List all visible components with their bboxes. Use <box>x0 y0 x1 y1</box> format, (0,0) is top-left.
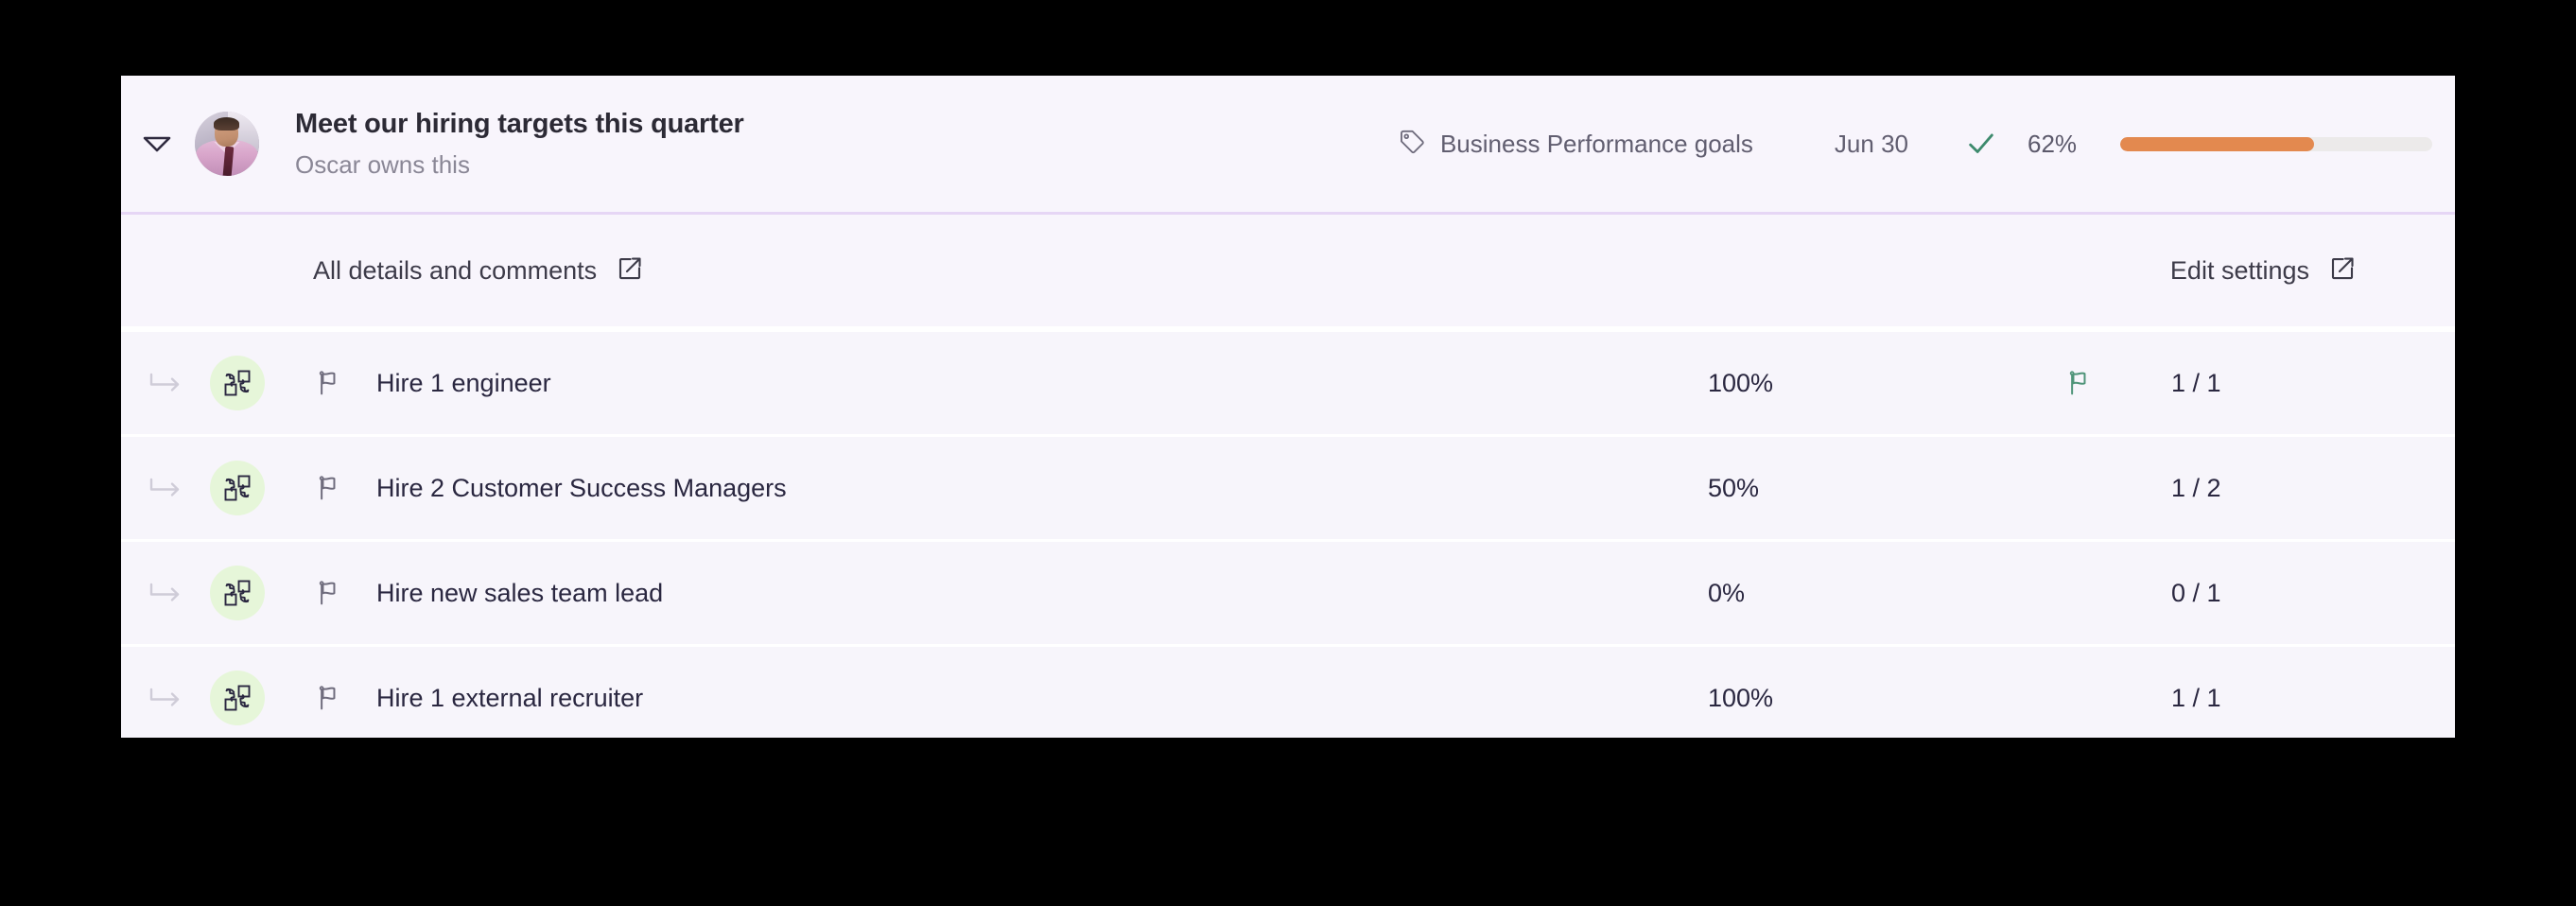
flag-outline-icon <box>316 683 346 713</box>
chevron-down-icon <box>143 135 171 152</box>
screenshot-stage: Meet our hiring targets this quarter Osc… <box>0 0 2576 906</box>
task-name: Hire 1 external recruiter <box>376 683 644 712</box>
task-percent: 50% <box>1708 473 1760 502</box>
external-link-icon <box>616 254 644 287</box>
table-row[interactable]: Hire 1 engineer 100% 1 / 1 <box>121 332 2455 437</box>
task-metrics: 100% 1 / 1 <box>1708 647 2455 738</box>
flag-outline-icon <box>316 578 346 608</box>
edit-settings-label: Edit settings <box>2169 255 2309 285</box>
goal-card: Meet our hiring targets this quarter Osc… <box>121 76 2455 738</box>
edit-settings-link[interactable]: Edit settings <box>2170 254 2357 287</box>
puzzle-pieces-icon <box>210 461 265 515</box>
task-metrics: 100% 1 / 1 <box>1708 332 2455 434</box>
subtask-arrow-icon <box>131 371 202 395</box>
subtask-arrow-icon <box>131 476 202 500</box>
task-name: Hire new sales team lead <box>376 578 664 607</box>
external-link-icon <box>2328 254 2357 287</box>
task-count: 0 / 1 <box>2171 578 2221 607</box>
task-count: 1 / 2 <box>2171 473 2221 502</box>
page-title: Meet our hiring targets this quarter <box>295 108 744 139</box>
goal-progress-fill <box>2120 136 2314 151</box>
task-name: Hire 2 Customer Success Managers <box>376 473 787 502</box>
task-metrics: 50% 1 / 2 <box>1708 437 2455 539</box>
due-date: Jun 30 <box>1834 129 1908 158</box>
all-details-label: All details and comments <box>313 255 598 285</box>
puzzle-pieces-icon <box>210 566 265 620</box>
task-percent: 0% <box>1708 578 1746 607</box>
collapse-toggle-button[interactable] <box>121 135 193 152</box>
goal-progress-percent: 62% <box>2028 129 2078 158</box>
task-count: 1 / 1 <box>2171 368 2221 397</box>
task-count: 1 / 1 <box>2171 683 2221 712</box>
flag-outline-icon <box>316 368 346 398</box>
goal-progress-bar <box>2120 136 2432 151</box>
goal-tag-label: Business Performance goals <box>1439 129 1753 158</box>
task-name: Hire 1 engineer <box>376 368 551 397</box>
table-row[interactable]: Hire 2 Customer Success Managers 50% 1 /… <box>121 437 2455 542</box>
goal-tag[interactable]: Business Performance goals <box>1398 128 1753 161</box>
task-list: Hire 1 engineer 100% 1 / 1 Hire 2 Custom… <box>121 332 2455 738</box>
task-status-flag <box>1992 368 2171 398</box>
all-details-and-comments-link[interactable]: All details and comments <box>313 254 644 287</box>
task-percent: 100% <box>1708 683 1774 712</box>
goal-toolbar: All details and comments Edit settings <box>121 215 2455 332</box>
task-metrics: 0% 0 / 1 <box>1708 542 2455 644</box>
goal-owner-label: Oscar owns this <box>295 150 470 180</box>
puzzle-pieces-icon <box>210 356 265 410</box>
task-percent: 100% <box>1708 368 1774 397</box>
puzzle-pieces-icon <box>210 671 265 725</box>
avatar <box>195 112 259 176</box>
goal-header: Meet our hiring targets this quarter Osc… <box>121 76 2455 215</box>
subtask-arrow-icon <box>131 686 202 710</box>
subtask-arrow-icon <box>131 581 202 605</box>
tag-icon <box>1398 128 1426 161</box>
goal-header-meta: Business Performance goals Jun 30 62% <box>1398 76 2455 212</box>
flag-outline-icon <box>316 473 346 503</box>
check-icon <box>1965 128 1997 160</box>
table-row[interactable]: Hire 1 external recruiter 100% 1 / 1 <box>121 647 2455 738</box>
goal-title-block: Meet our hiring targets this quarter Osc… <box>295 108 1127 181</box>
table-row[interactable]: Hire new sales team lead 0% 0 / 1 <box>121 542 2455 647</box>
